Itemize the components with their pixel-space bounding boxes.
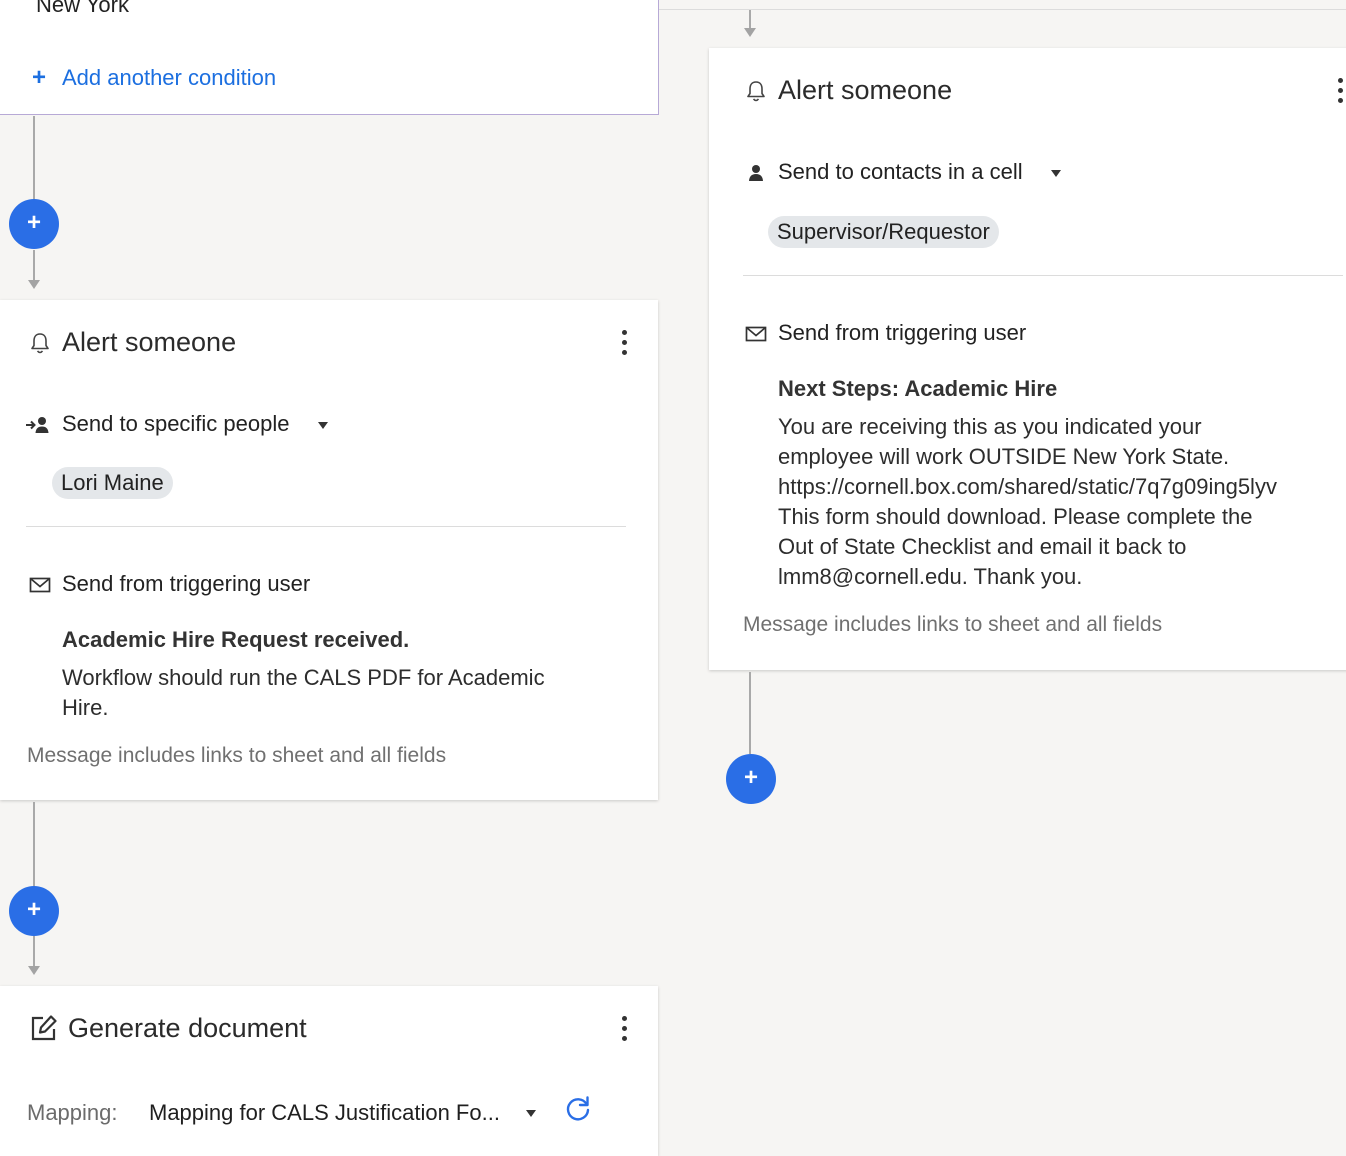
person-arrow-icon <box>26 417 49 433</box>
recipient-chip[interactable]: Supervisor/Requestor <box>768 216 999 248</box>
alert-title: Alert someone <box>778 75 953 105</box>
kebab-menu-icon[interactable] <box>619 1016 629 1044</box>
message-body: You are receiving this as you indicated … <box>778 414 1277 589</box>
message-subject: Academic Hire Request received. <box>62 627 410 652</box>
message-note: Message includes links to sheet and all … <box>27 744 447 767</box>
message-note: Message includes links to sheet and all … <box>743 613 1163 636</box>
alert-card-right: Alert someone Send to contacts in a cell… <box>709 48 1346 670</box>
add-step-button[interactable]: + <box>9 199 59 249</box>
mail-icon <box>29 577 51 593</box>
connector-line <box>33 116 35 200</box>
connector-line <box>33 250 35 280</box>
alert-card-left: Alert someone Send to specific people Lo… <box>0 300 658 800</box>
person-icon <box>749 165 763 181</box>
divider <box>743 275 1343 276</box>
message-subject: Next Steps: Academic Hire <box>778 376 1058 401</box>
connector-arrow <box>28 280 40 289</box>
kebab-menu-icon[interactable] <box>1335 78 1345 106</box>
recipient-chip[interactable]: Lori Maine <box>52 467 173 499</box>
mapping-value: Mapping for CALS Justification Fo... <box>149 1100 500 1125</box>
refresh-icon[interactable] <box>564 1095 592 1123</box>
plus-icon: + <box>32 64 47 91</box>
connector-line <box>749 672 751 754</box>
connector-line <box>749 10 751 28</box>
mapping-label: Mapping: <box>27 1100 118 1125</box>
alert-title: Alert someone <box>62 327 237 357</box>
mail-icon <box>745 326 767 342</box>
recipient-mode-label: Send to contacts in a cell <box>778 159 1023 184</box>
sender-label: Send from triggering user <box>778 320 1027 345</box>
caret-down-icon <box>526 1110 536 1117</box>
recipient-mode-dropdown[interactable]: Send to specific people <box>60 408 335 442</box>
add-step-button[interactable]: + <box>726 754 776 804</box>
connector-line <box>33 802 35 886</box>
mapping-dropdown[interactable]: Mapping for CALS Justification Fo... <box>148 1096 543 1130</box>
sender-label: Send from triggering user <box>62 571 311 596</box>
bell-icon <box>747 81 765 102</box>
recipient-mode-label: Send to specific people <box>62 411 290 436</box>
connector-line <box>33 936 35 966</box>
edit-document-icon <box>31 1015 57 1041</box>
bell-icon <box>31 333 49 354</box>
condition-value: New York <box>36 0 129 17</box>
condition-card: New York + Add another condition <box>0 0 659 115</box>
generate-document-title: Generate document <box>68 1013 307 1043</box>
connector-arrow <box>28 966 40 975</box>
generate-document-card: Generate document Mapping: Mapping for C… <box>0 986 658 1156</box>
message-body: Workflow should run the CALS PDF for Aca… <box>62 665 545 720</box>
caret-down-icon <box>318 422 328 429</box>
divider <box>26 526 626 527</box>
add-condition-link[interactable]: + Add another condition <box>30 64 310 94</box>
add-step-button[interactable]: + <box>9 886 59 936</box>
connector-arrow <box>744 28 756 37</box>
add-condition-label: Add another condition <box>62 65 277 90</box>
kebab-menu-icon[interactable] <box>619 330 629 358</box>
recipient-mode-dropdown[interactable]: Send to contacts in a cell <box>776 156 1066 190</box>
caret-down-icon <box>1051 170 1061 177</box>
